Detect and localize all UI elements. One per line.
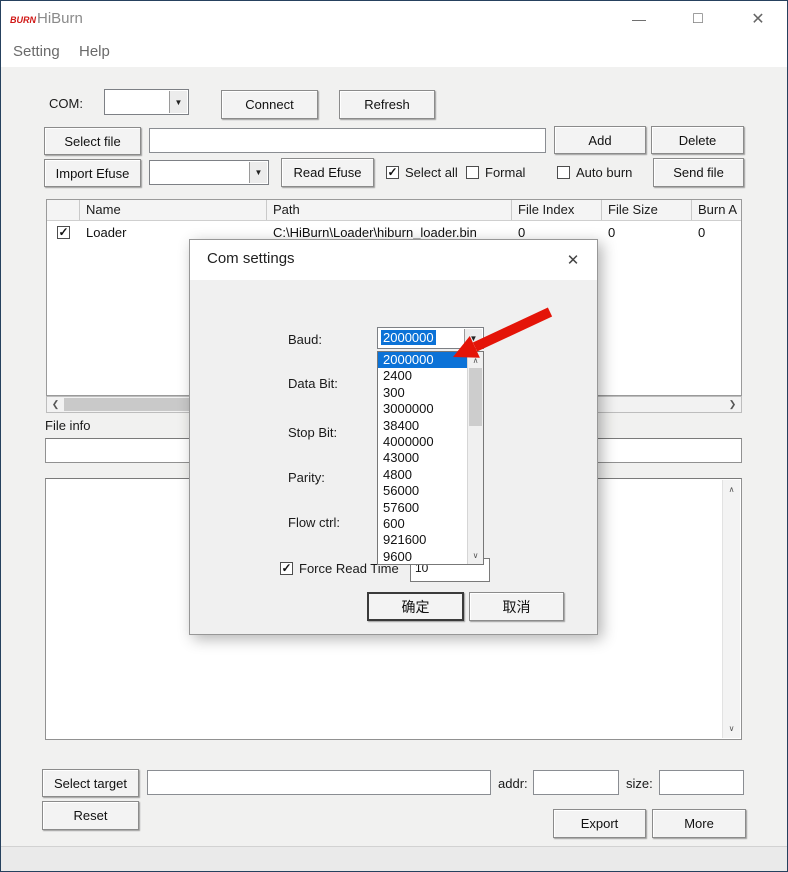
- chevron-down-icon[interactable]: ▼: [249, 162, 267, 183]
- size-input[interactable]: [659, 770, 744, 795]
- more-button[interactable]: More: [652, 809, 746, 838]
- hiburn-window: BURN HiBurn — □ ✕ Setting Help COM: ▼ Co…: [0, 0, 788, 872]
- refresh-button[interactable]: Refresh: [339, 90, 435, 119]
- send-file-button[interactable]: Send file: [653, 158, 744, 187]
- maximize-icon[interactable]: □: [675, 1, 721, 37]
- col-check[interactable]: [47, 200, 80, 220]
- scroll-right-icon[interactable]: ❯: [724, 397, 741, 412]
- close-icon[interactable]: ✕: [735, 1, 781, 37]
- parity-label: Parity:: [288, 470, 325, 485]
- list-scroll-thumb[interactable]: [469, 368, 482, 426]
- checkbox-icon[interactable]: [557, 166, 570, 179]
- file-path-input[interactable]: [149, 128, 546, 153]
- addr-label: addr:: [498, 776, 528, 791]
- baud-option[interactable]: 9600: [378, 549, 468, 564]
- scroll-left-icon[interactable]: ❮: [47, 397, 64, 412]
- data-bit-label: Data Bit:: [288, 376, 338, 391]
- baud-option[interactable]: 4800: [378, 467, 468, 483]
- window-footer: [1, 846, 787, 872]
- chevron-down-icon[interactable]: ▼: [464, 329, 482, 347]
- com-label: COM:: [49, 96, 83, 111]
- baud-option[interactable]: 38400: [378, 418, 468, 434]
- cell-name: Loader: [80, 225, 267, 240]
- export-button[interactable]: Export: [553, 809, 646, 838]
- connect-button[interactable]: Connect: [221, 90, 318, 119]
- addr-input[interactable]: [533, 770, 619, 795]
- col-name[interactable]: Name: [80, 200, 267, 220]
- dialog-close-icon[interactable]: ✕: [562, 249, 584, 271]
- read-efuse-button[interactable]: Read Efuse: [281, 158, 374, 187]
- baud-option[interactable]: 4000000: [378, 434, 468, 450]
- dialog-title: Com settings: [207, 250, 295, 267]
- reset-button[interactable]: Reset: [42, 801, 139, 830]
- col-file-size[interactable]: File Size: [602, 200, 692, 220]
- col-path[interactable]: Path: [267, 200, 512, 220]
- select-file-button[interactable]: Select file: [44, 127, 141, 155]
- baud-combobox[interactable]: 2000000 ▼: [377, 327, 484, 349]
- baud-option[interactable]: 2000000: [378, 352, 468, 368]
- auto-burn-checkbox[interactable]: Auto burn: [557, 165, 632, 180]
- file-info-label: File info: [45, 418, 91, 433]
- baud-option[interactable]: 43000: [378, 450, 468, 466]
- com-port-combobox[interactable]: ▼: [104, 89, 189, 115]
- checkbox-icon[interactable]: [386, 166, 399, 179]
- cancel-button[interactable]: 取消: [469, 592, 564, 621]
- baud-option[interactable]: 300: [378, 385, 468, 401]
- import-efuse-button[interactable]: Import Efuse: [44, 159, 141, 187]
- cell-burn-addr: 0: [692, 225, 741, 240]
- checkbox-icon[interactable]: [280, 562, 293, 575]
- menu-help[interactable]: Help: [79, 43, 110, 60]
- formal-checkbox[interactable]: Formal: [466, 165, 525, 180]
- add-button[interactable]: Add: [554, 126, 646, 154]
- auto-burn-label: Auto burn: [576, 165, 632, 180]
- baud-option[interactable]: 57600: [378, 500, 468, 516]
- baud-list-scrollbar[interactable]: ∧ ∨: [467, 352, 483, 564]
- formal-label: Formal: [485, 165, 525, 180]
- baud-dropdown-list[interactable]: 2000000240030030000003840040000004300048…: [377, 351, 484, 565]
- baud-options-list: 2000000240030030000003840040000004300048…: [378, 352, 468, 564]
- cell-file-size: 0: [602, 225, 692, 240]
- select-all-checkbox[interactable]: Select all: [386, 165, 458, 180]
- row-checkbox-icon[interactable]: [57, 226, 70, 239]
- menu-setting[interactable]: Setting: [13, 43, 60, 60]
- baud-selected-value: 2000000: [381, 330, 436, 345]
- delete-button[interactable]: Delete: [651, 126, 744, 154]
- checkbox-icon[interactable]: [466, 166, 479, 179]
- efuse-combobox[interactable]: ▼: [149, 160, 269, 185]
- window-title: HiBurn: [37, 10, 83, 27]
- baud-option[interactable]: 56000: [378, 483, 468, 499]
- cell-check: [47, 226, 80, 239]
- baud-option[interactable]: 3000000: [378, 401, 468, 417]
- menubar: Setting Help: [1, 37, 787, 67]
- col-file-index[interactable]: File Index: [512, 200, 602, 220]
- select-target-button[interactable]: Select target: [42, 769, 139, 797]
- target-path-input[interactable]: [147, 770, 491, 795]
- baud-label: Baud:: [288, 332, 322, 347]
- scroll-up-icon[interactable]: ∧: [723, 482, 740, 497]
- scroll-down-icon[interactable]: ∨: [723, 721, 740, 736]
- hscroll-thumb[interactable]: [64, 398, 194, 411]
- chevron-down-icon[interactable]: ▼: [169, 91, 187, 113]
- col-burn-addr[interactable]: Burn A: [692, 200, 741, 220]
- ok-button[interactable]: 确定: [367, 592, 464, 621]
- table-header: Name Path File Index File Size Burn A: [47, 200, 741, 221]
- baud-option[interactable]: 2400: [378, 368, 468, 384]
- titlebar: BURN HiBurn — □ ✕: [1, 1, 787, 37]
- stop-bit-label: Stop Bit:: [288, 425, 337, 440]
- scroll-up-icon[interactable]: ∧: [468, 353, 483, 368]
- scroll-down-icon[interactable]: ∨: [468, 548, 483, 563]
- dialog-titlebar: Com settings ✕: [190, 240, 597, 280]
- cell-path: C:\HiBurn\Loader\hiburn_loader.bin: [267, 225, 512, 240]
- app-logo-icon: BURN: [10, 15, 36, 25]
- log-vscrollbar[interactable]: ∧ ∨: [722, 480, 740, 738]
- baud-option[interactable]: 921600: [378, 532, 468, 548]
- com-settings-dialog: Com settings ✕ Baud: Data Bit: Stop Bit:…: [189, 239, 598, 635]
- baud-option[interactable]: 600: [378, 516, 468, 532]
- cell-file-index: 0: [512, 225, 602, 240]
- size-label: size:: [626, 776, 653, 791]
- flow-ctrl-label: Flow ctrl:: [288, 515, 340, 530]
- select-all-label: Select all: [405, 165, 458, 180]
- minimize-icon[interactable]: —: [616, 1, 662, 37]
